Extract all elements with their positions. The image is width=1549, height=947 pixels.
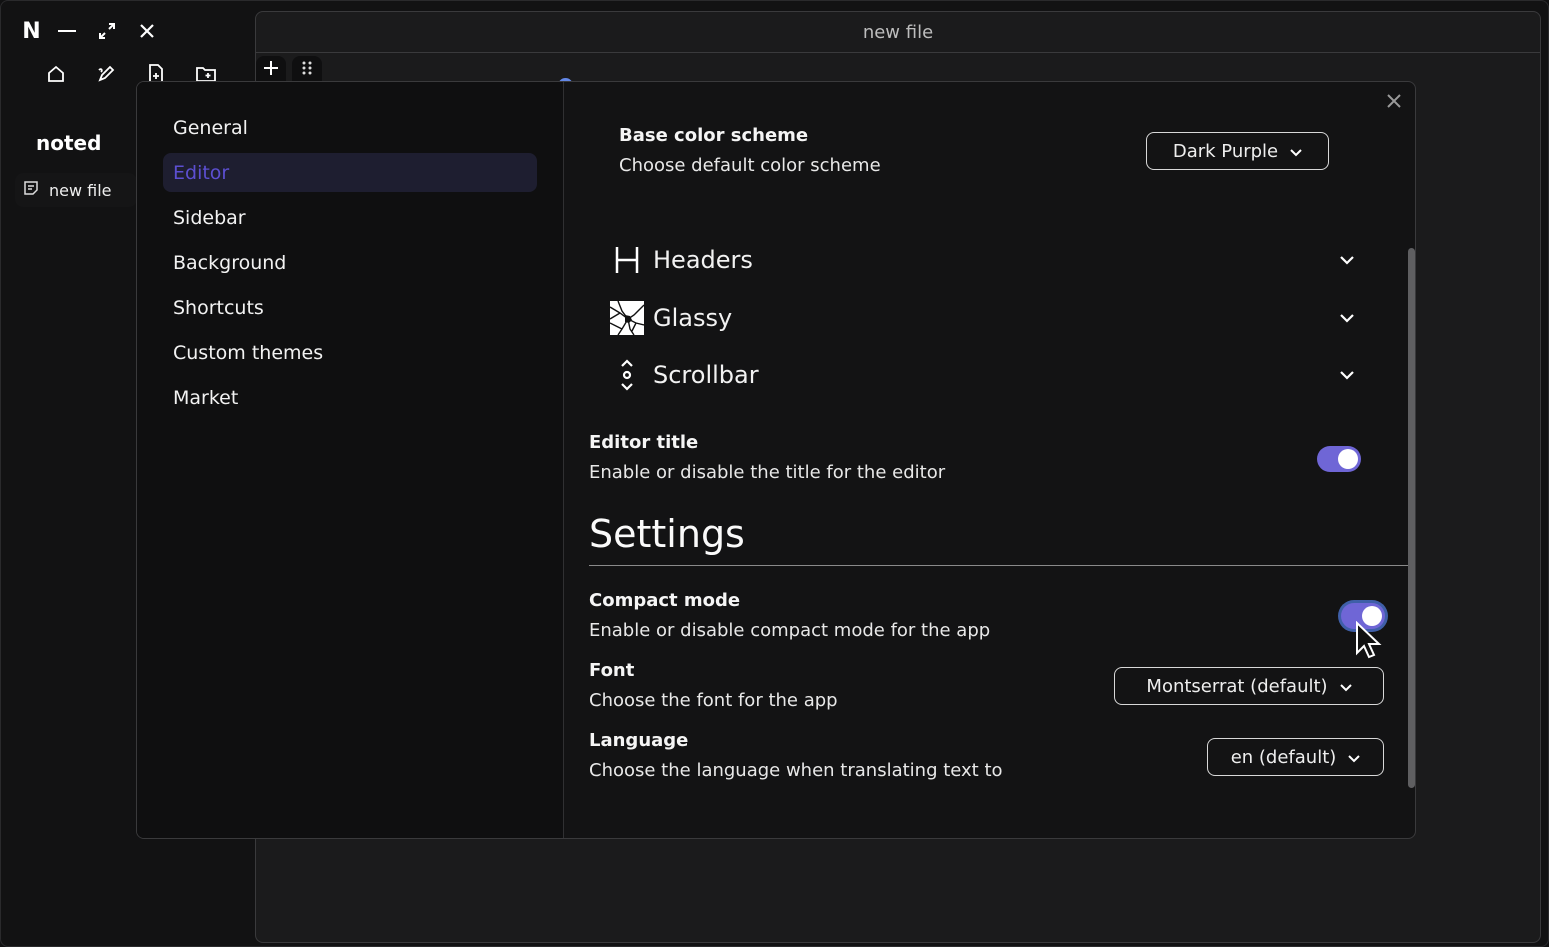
chevron-down-icon: [1335, 248, 1359, 272]
language-select[interactable]: en (default): [1207, 738, 1384, 776]
settings-scrollbar[interactable]: [1408, 248, 1415, 788]
editor-toolbar: [256, 54, 1540, 94]
home-icon[interactable]: [31, 59, 81, 89]
font-select[interactable]: Montserrat (default): [1114, 667, 1384, 705]
settings-modal: General Editor Sidebar Background Shortc…: [136, 81, 1416, 839]
color-scheme-value: Dark Purple: [1172, 140, 1279, 162]
nav-item-custom-themes[interactable]: Custom themes: [163, 333, 537, 372]
chevron-down-icon: [1348, 747, 1361, 768]
minimize-icon[interactable]: [47, 17, 87, 45]
document-icon: [23, 180, 39, 200]
language-label: Language: [589, 730, 689, 751]
font-value: Montserrat (default): [1146, 675, 1328, 697]
chevron-down-icon: [1290, 141, 1302, 162]
heading-icon: [609, 242, 645, 278]
toggle-knob: [1362, 606, 1382, 626]
compact-mode-toggle[interactable]: [1341, 603, 1385, 629]
language-description: Choose the language when translating tex…: [589, 760, 1003, 781]
chevron-down-icon: [1335, 306, 1359, 330]
section-divider: [589, 565, 1409, 566]
accordion-label: Glassy: [653, 304, 733, 332]
font-description: Choose the font for the app: [589, 690, 838, 711]
app-logo: N: [22, 18, 40, 44]
toggle-knob: [1338, 449, 1358, 469]
add-block-button[interactable]: [256, 56, 286, 84]
accordion-label: Scrollbar: [653, 361, 759, 389]
editor-title-description: Enable or disable the title for the edit…: [589, 462, 946, 483]
nav-item-sidebar[interactable]: Sidebar: [163, 198, 537, 237]
font-label: Font: [589, 660, 635, 681]
accordion-label: Headers: [653, 246, 753, 274]
nav-item-editor[interactable]: Editor: [163, 153, 537, 192]
nav-item-general[interactable]: General: [163, 108, 537, 147]
accordion-glassy[interactable]: Glassy: [609, 298, 1359, 338]
accordion-scrollbar[interactable]: Scrollbar: [609, 355, 1359, 395]
nav-item-background[interactable]: Background: [163, 243, 537, 282]
nav-item-market[interactable]: Market: [163, 378, 537, 417]
file-name: new file: [49, 180, 112, 200]
base-color-scheme-description: Choose default color scheme: [619, 155, 881, 176]
base-color-scheme-label: Base color scheme: [619, 125, 809, 146]
compact-mode-description: Enable or disable compact mode for the a…: [589, 620, 991, 641]
broken-glass-icon: [609, 300, 645, 336]
edit-icon[interactable]: [81, 59, 131, 89]
language-value: en (default): [1230, 746, 1337, 768]
settings-content: Base color scheme Choose default color s…: [565, 82, 1415, 838]
app-window: N noted new file new file General Editor…: [0, 0, 1549, 947]
file-item[interactable]: new file: [15, 173, 137, 207]
chevron-down-icon: [1339, 676, 1352, 697]
drag-handle[interactable]: [292, 56, 322, 84]
chevron-down-icon: [1335, 363, 1359, 387]
window-controls: N: [15, 17, 167, 45]
accordion-headers[interactable]: Headers: [609, 240, 1359, 280]
maximize-icon[interactable]: [87, 17, 127, 45]
section-title: Settings: [589, 512, 745, 556]
settings-nav: General Editor Sidebar Background Shortc…: [137, 82, 564, 838]
compact-mode-label: Compact mode: [589, 590, 741, 611]
editor-title[interactable]: new file: [256, 12, 1540, 53]
add-icon: [263, 60, 279, 80]
sidebar-title: noted: [36, 131, 102, 155]
editor-title-toggle[interactable]: [1317, 446, 1361, 472]
drag-grip-icon: [302, 60, 312, 80]
close-icon[interactable]: [127, 17, 167, 45]
scroll-icon: [609, 357, 645, 393]
nav-item-shortcuts[interactable]: Shortcuts: [163, 288, 537, 327]
color-scheme-select[interactable]: Dark Purple: [1146, 132, 1329, 170]
editor-title-label: Editor title: [589, 432, 699, 453]
